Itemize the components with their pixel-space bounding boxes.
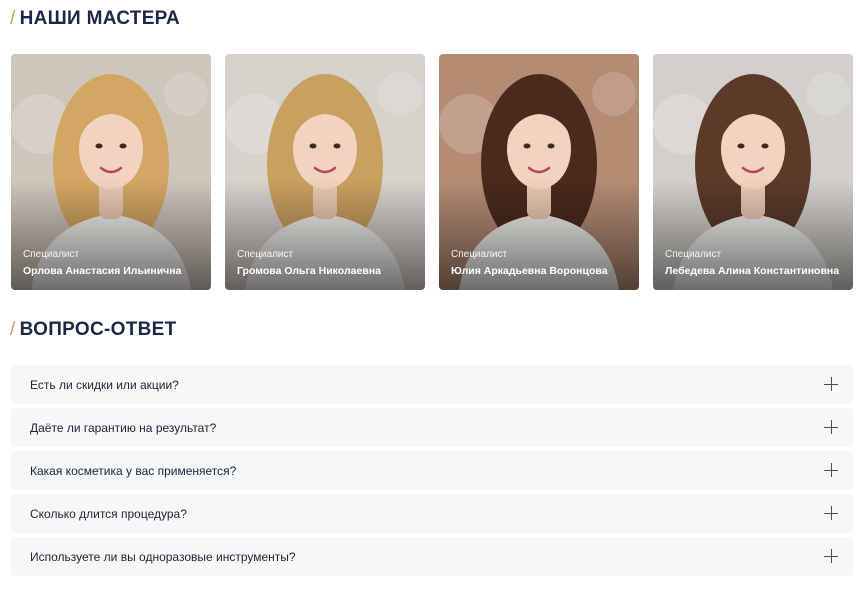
master-name: Громова Ольга Николаевна <box>237 265 381 277</box>
master-caption: Специалист Громова Ольга Николаевна <box>237 249 417 277</box>
faq-item[interactable]: Сколько длится процедура? <box>11 494 853 533</box>
master-caption: Специалист Лебедева Алина Константиновна <box>665 249 845 277</box>
masters-section-title: / НАШИ МАСТЕРА <box>10 8 180 30</box>
faq-question: Сколько длится процедура? <box>30 506 187 521</box>
master-card-1[interactable]: Специалист Орлова Анастасия Ильинична <box>11 54 211 290</box>
masters-title-text: НАШИ МАСТЕРА <box>19 8 180 29</box>
title-slash-accent: / <box>10 319 16 340</box>
faq-item[interactable]: Даёте ли гарантию на результат? <box>11 408 853 447</box>
master-caption: Специалист Юлия Аркадьевна Воронцова <box>451 249 631 277</box>
master-card-3[interactable]: Специалист Юлия Аркадьевна Воронцова <box>439 54 639 290</box>
masters-cards: Специалист Орлова Анастасия Ильинична Сп… <box>11 54 853 290</box>
master-role: Специалист <box>665 249 722 260</box>
title-slash-accent: / <box>10 8 16 29</box>
expand-plus-icon[interactable] <box>824 377 838 391</box>
faq-item[interactable]: Используете ли вы одноразовые инструмент… <box>11 537 853 576</box>
expand-plus-icon[interactable] <box>824 549 838 563</box>
faq-list: Есть ли скидки или акции? Даёте ли гаран… <box>11 365 853 580</box>
master-role: Специалист <box>451 249 508 260</box>
expand-plus-icon[interactable] <box>824 506 838 520</box>
master-name: Орлова Анастасия Ильинична <box>23 265 182 277</box>
master-card-2[interactable]: Специалист Громова Ольга Николаевна <box>225 54 425 290</box>
master-role: Специалист <box>237 249 294 260</box>
faq-question: Есть ли скидки или акции? <box>30 377 179 392</box>
faq-item[interactable]: Есть ли скидки или акции? <box>11 365 853 404</box>
faq-item[interactable]: Какая косметика у вас применяется? <box>11 451 853 490</box>
master-role: Специалист <box>23 249 80 260</box>
faq-section-title: / ВОПРОС-ОТВЕТ <box>10 319 177 341</box>
expand-plus-icon[interactable] <box>824 420 838 434</box>
master-caption: Специалист Орлова Анастасия Ильинична <box>23 249 203 277</box>
faq-title-text: ВОПРОС-ОТВЕТ <box>19 319 177 340</box>
master-name: Лебедева Алина Константиновна <box>665 265 840 277</box>
expand-plus-icon[interactable] <box>824 463 838 477</box>
master-card-4[interactable]: Специалист Лебедева Алина Константиновна <box>653 54 853 290</box>
faq-question: Какая косметика у вас применяется? <box>30 463 237 478</box>
faq-question: Даёте ли гарантию на результат? <box>30 420 217 435</box>
master-name: Юлия Аркадьевна Воронцова <box>451 265 608 277</box>
faq-question: Используете ли вы одноразовые инструмент… <box>30 549 296 564</box>
